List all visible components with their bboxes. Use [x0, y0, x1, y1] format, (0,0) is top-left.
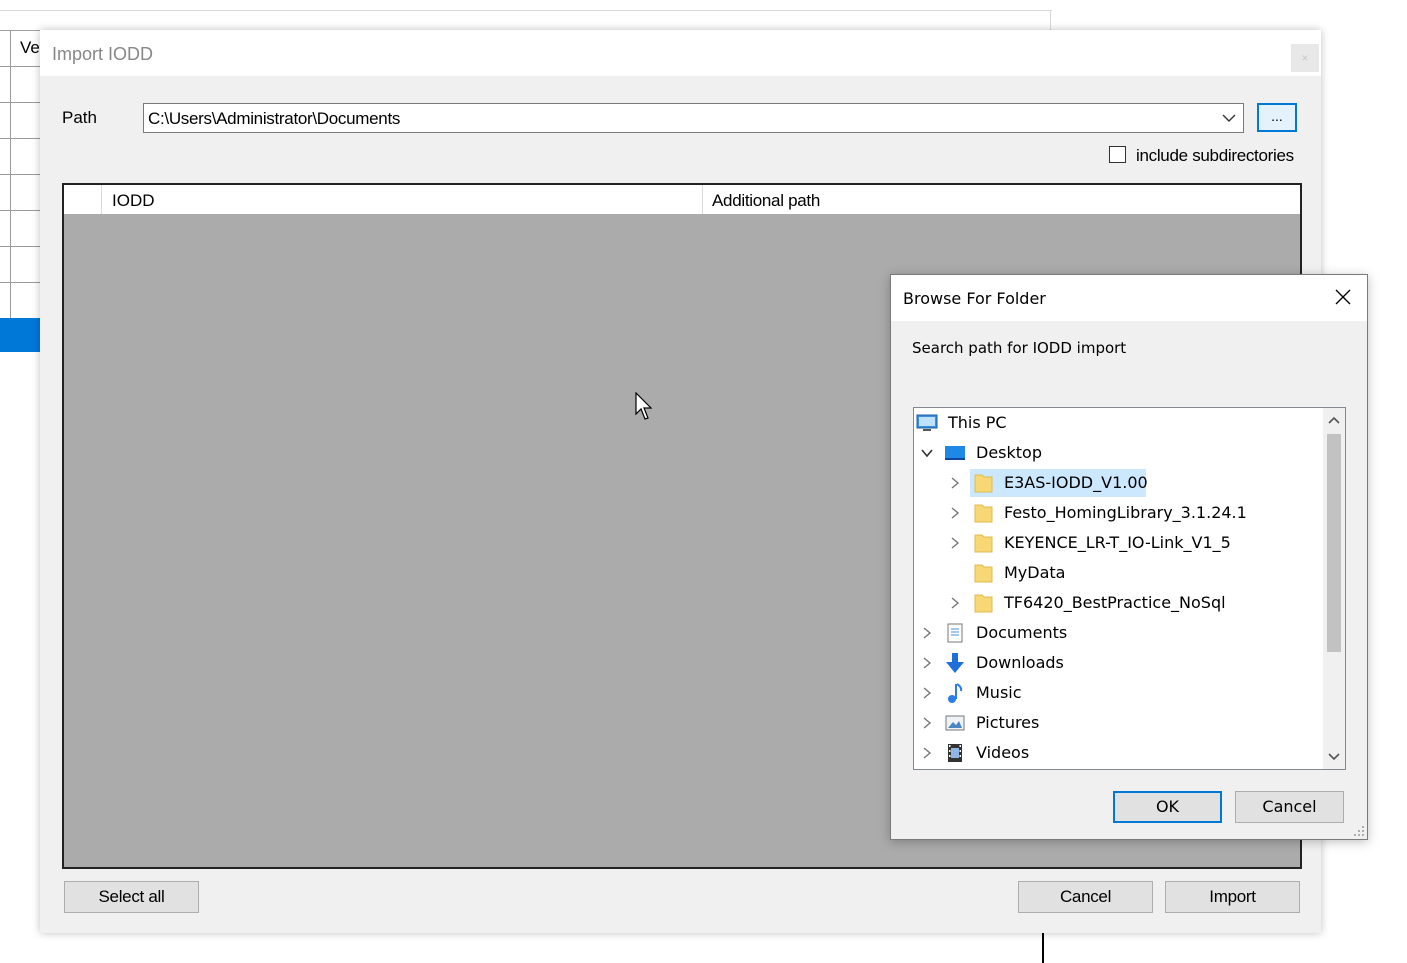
background-column-header: Ve — [20, 38, 40, 57]
chevron-right-icon[interactable] — [948, 506, 962, 520]
chevron-down-icon[interactable] — [920, 446, 934, 460]
cancel-button[interactable]: Cancel — [1018, 881, 1153, 913]
tree-scrollbar[interactable] — [1323, 408, 1345, 769]
select-all-button[interactable]: Select all — [64, 881, 199, 913]
documents-icon — [947, 623, 963, 643]
tree-item-label[interactable]: Festo_HomingLibrary_3.1.24.1 — [1004, 503, 1247, 522]
folder-icon — [974, 534, 993, 553]
chevron-right-icon[interactable] — [948, 476, 962, 490]
folder-icon — [974, 564, 993, 583]
tree-item-label[interactable]: E3AS-IODD_V1.00 — [1004, 473, 1148, 492]
background-selected-row[interactable] — [0, 318, 42, 352]
background-grid — [0, 30, 42, 352]
tree-item[interactable]: Music — [914, 678, 1319, 708]
this-pc-icon — [916, 414, 938, 431]
tree-item[interactable]: MyData — [914, 558, 1319, 588]
browse-dialog-title: Browse For Folder — [903, 289, 1046, 308]
close-icon: × — [1301, 51, 1309, 65]
chevron-right-icon[interactable] — [920, 686, 934, 700]
tree-item-label[interactable]: Pictures — [976, 713, 1039, 732]
scrollbar-thumb[interactable] — [1327, 434, 1341, 652]
path-value[interactable]: C:\Users\Administrator\Documents — [148, 109, 400, 129]
browse-button[interactable]: ... — [1257, 103, 1297, 132]
import-dialog-titlebar[interactable]: Import IODD × — [40, 30, 1321, 76]
import-dialog-title: Import IODD — [52, 44, 154, 64]
chevron-right-icon[interactable] — [920, 626, 934, 640]
folder-icon — [974, 474, 993, 493]
tree-item[interactable]: KEYENCE_LR-T_IO-Link_V1_5 — [914, 528, 1319, 558]
path-label: Path — [62, 108, 97, 127]
resize-grip-icon[interactable] — [1353, 825, 1365, 837]
close-icon[interactable] — [1333, 287, 1353, 307]
chevron-right-icon[interactable] — [920, 746, 934, 760]
column-header-additional-path[interactable]: Additional path — [712, 191, 820, 211]
include-subdirectories-checkbox[interactable] — [1109, 146, 1126, 163]
background-border — [1042, 933, 1044, 963]
tree-item-label[interactable]: Documents — [976, 623, 1067, 642]
tree-item-label[interactable]: Downloads — [976, 653, 1064, 672]
chevron-right-icon[interactable] — [948, 536, 962, 550]
browse-dialog-titlebar[interactable]: Browse For Folder — [891, 275, 1367, 321]
chevron-right-icon[interactable] — [920, 656, 934, 670]
background-border — [1050, 10, 1051, 30]
tree-item-label[interactable]: KEYENCE_LR-T_IO-Link_V1_5 — [1004, 533, 1231, 552]
chevron-down-icon[interactable] — [1219, 108, 1239, 128]
videos-icon — [948, 744, 962, 762]
chevron-right-icon[interactable] — [948, 596, 962, 610]
tree-item-label[interactable]: MyData — [1004, 563, 1065, 582]
grid-header: IODD Additional path — [64, 185, 1300, 214]
tree-item-label[interactable]: Music — [976, 683, 1022, 702]
path-combobox[interactable]: C:\Users\Administrator\Documents — [143, 103, 1244, 133]
tree-item-label[interactable]: Videos — [976, 743, 1029, 762]
music-icon — [948, 683, 963, 703]
tree-item[interactable]: This PC — [914, 408, 1319, 438]
folder-icon — [974, 594, 993, 613]
tree-item-label[interactable]: This PC — [948, 413, 1007, 432]
column-header-iodd[interactable]: IODD — [112, 191, 155, 211]
downloads-icon — [946, 653, 964, 673]
import-dialog-close-button[interactable]: × — [1291, 44, 1319, 72]
mouse-cursor-icon — [635, 392, 653, 420]
tree-item[interactable]: Pictures — [914, 708, 1319, 738]
tree-item[interactable]: Desktop — [914, 438, 1319, 468]
browse-for-folder-dialog: Browse For Folder Search path for IODD i… — [890, 274, 1368, 840]
folder-tree[interactable]: This PC Desktop E3AS-IODD_V1.00 Festo_Homin… — [913, 407, 1346, 770]
import-button[interactable]: Import — [1165, 881, 1300, 913]
desktop-icon — [945, 446, 965, 460]
tree-item[interactable]: Videos — [914, 738, 1319, 768]
tree-item[interactable]: Downloads — [914, 648, 1319, 678]
tree-item-label[interactable]: TF6420_BestPractice_NoSql — [1004, 593, 1226, 612]
pictures-icon — [945, 715, 965, 731]
folder-icon — [974, 504, 993, 523]
tree-item[interactable]: Documents — [914, 618, 1319, 648]
tree-item-label[interactable]: Desktop — [976, 443, 1042, 462]
tree-item[interactable]: Festo_HomingLibrary_3.1.24.1 — [914, 498, 1319, 528]
ok-button[interactable]: OK — [1113, 791, 1222, 823]
browse-cancel-button[interactable]: Cancel — [1235, 791, 1344, 823]
scroll-down-icon[interactable] — [1326, 749, 1342, 765]
chevron-right-icon[interactable] — [920, 716, 934, 730]
background-border — [0, 10, 1052, 11]
tree-item[interactable]: TF6420_BestPractice_NoSql — [914, 588, 1319, 618]
include-subdirectories-label[interactable]: include subdirectories — [1136, 146, 1294, 166]
tree-item[interactable]: E3AS-IODD_V1.00 — [914, 468, 1319, 498]
browse-description: Search path for IODD import — [912, 339, 1127, 357]
scroll-up-icon[interactable] — [1326, 412, 1342, 428]
